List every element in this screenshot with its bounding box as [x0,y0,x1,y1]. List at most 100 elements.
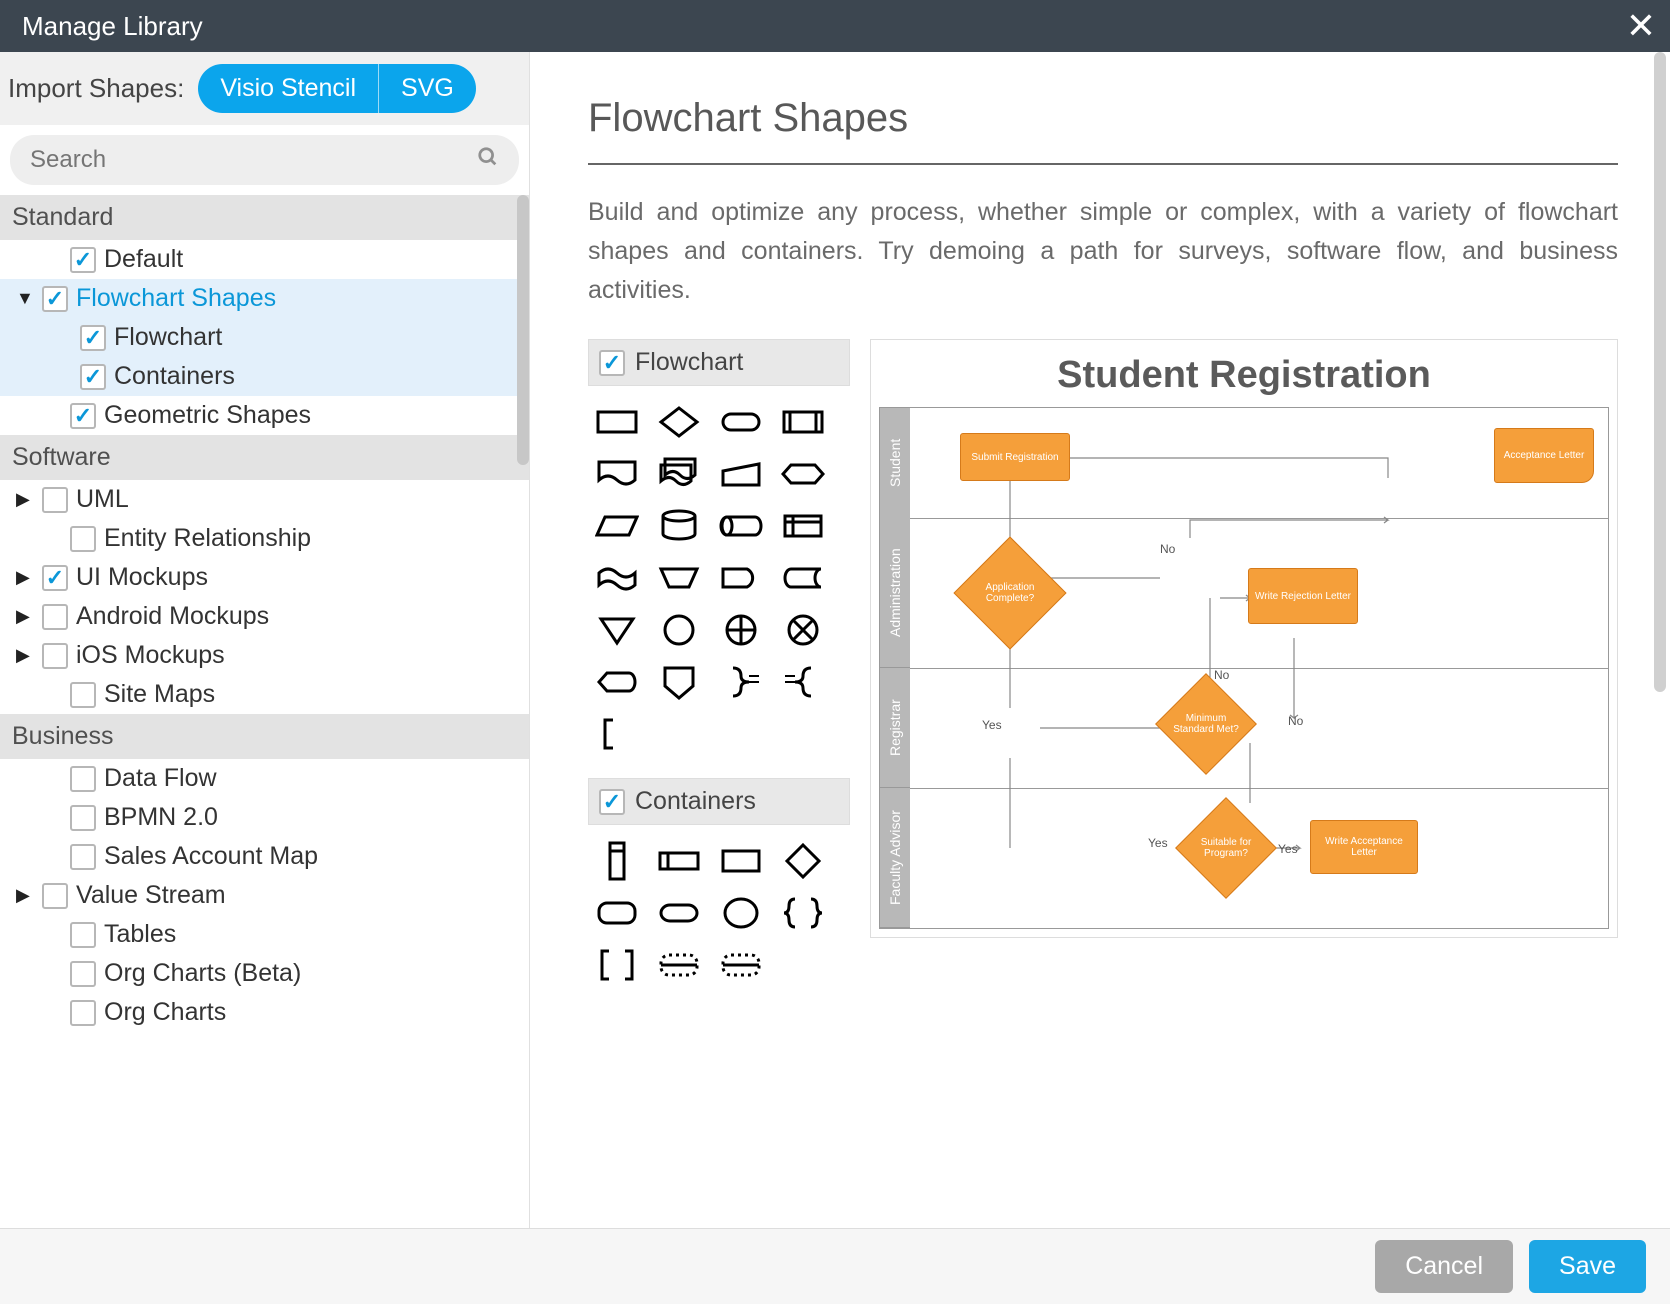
shape-direct-data-icon[interactable] [712,502,770,550]
shape-manual-operation-icon[interactable] [650,554,708,602]
tree-item-ui-mockups[interactable]: ▶ UI Mockups [0,558,529,597]
checkbox[interactable] [42,565,68,591]
shape-dashed-top-icon[interactable] [650,941,708,989]
shape-brace-pair-icon[interactable] [774,889,832,937]
shape-internal-storage-icon[interactable] [774,502,832,550]
shape-dashed-bottom-icon[interactable] [712,941,770,989]
shape-brace-right-icon[interactable] [712,658,770,706]
shape-container-rect-icon[interactable] [712,837,770,885]
shape-container-circle-icon[interactable] [712,889,770,937]
expand-arrow-icon[interactable]: ▶ [16,489,34,510]
search-box[interactable] [10,135,519,185]
node-submit: Submit Registration [960,433,1070,481]
shape-summing-icon[interactable] [774,606,832,654]
tree-item-org-charts[interactable]: ▶ Org Charts [0,993,529,1032]
shape-delay-icon[interactable] [712,554,770,602]
checkbox[interactable] [70,247,96,273]
group-header-containers[interactable]: Containers [588,778,850,825]
expand-arrow-icon[interactable]: ▶ [16,606,34,627]
visio-stencil-button[interactable]: Visio Stencil [198,64,379,113]
checkbox[interactable] [42,487,68,513]
expand-arrow-icon[interactable]: ▶ [16,645,34,666]
shape-preparation-icon[interactable] [774,450,832,498]
checkbox[interactable] [70,961,96,987]
checkbox[interactable] [70,766,96,792]
shape-or-icon[interactable] [712,606,770,654]
shape-container-rounded-icon[interactable] [588,889,646,937]
tree-item-site-maps[interactable]: ▶ Site Maps [0,675,529,714]
edge-yes: Yes [1148,836,1168,850]
close-icon[interactable]: ✕ [1626,8,1656,44]
checkbox[interactable] [70,922,96,948]
tree-item-containers[interactable]: Containers [0,357,529,396]
tree-item-ios-mockups[interactable]: ▶ iOS Mockups [0,636,529,675]
shape-display-icon[interactable] [588,658,646,706]
tree-item-flowchart-shapes[interactable]: ▼ Flowchart Shapes [0,279,529,318]
shape-database-icon[interactable] [650,502,708,550]
checkbox[interactable] [70,844,96,870]
shape-paper-tape-icon[interactable] [588,554,646,602]
tree-item-data-flow[interactable]: ▶ Data Flow [0,759,529,798]
tree-item-sales-account-map[interactable]: ▶ Sales Account Map [0,837,529,876]
checkbox[interactable] [42,286,68,312]
shape-data-icon[interactable] [588,502,646,550]
shape-manual-input-icon[interactable] [712,450,770,498]
shape-tree[interactable]: Standard ▶ Default ▼ Flowchart Shapes Fl… [0,195,529,1228]
shape-document-icon[interactable] [588,450,646,498]
category-standard: Standard [0,195,529,240]
tree-item-default[interactable]: ▶ Default [0,240,529,279]
shape-multidoc-icon[interactable] [650,450,708,498]
shape-predefined-icon[interactable] [774,398,832,446]
checkbox[interactable] [599,350,625,376]
scrollbar-thumb[interactable] [1654,52,1666,692]
checkbox[interactable] [70,682,96,708]
checkbox[interactable] [42,643,68,669]
shape-brace-left-icon[interactable] [774,658,832,706]
group-header-flowchart[interactable]: Flowchart [588,339,850,386]
tree-item-flowchart[interactable]: Flowchart [0,318,529,357]
shape-swimlane-h-icon[interactable] [650,837,708,885]
tree-item-android-mockups[interactable]: ▶ Android Mockups [0,597,529,636]
svg-button[interactable]: SVG [379,64,476,113]
scrollbar-thumb[interactable] [517,195,529,465]
checkbox[interactable] [80,325,106,351]
tree-item-entity-relationship[interactable]: ▶ Entity Relationship [0,519,529,558]
checkbox[interactable] [599,789,625,815]
tree-item-uml[interactable]: ▶ UML [0,480,529,519]
checkbox[interactable] [42,883,68,909]
checkbox[interactable] [42,604,68,630]
tree-item-geometric[interactable]: ▶ Geometric Shapes [0,396,529,435]
search-input[interactable] [30,146,477,174]
node-write-accept: Write Acceptance Letter [1310,820,1418,874]
cancel-button[interactable]: Cancel [1375,1240,1513,1293]
shape-offpage-icon[interactable] [650,658,708,706]
checkbox[interactable] [70,526,96,552]
tree-item-bpmn[interactable]: ▶ BPMN 2.0 [0,798,529,837]
shape-stored-data-icon[interactable] [774,554,832,602]
lane-registrar: Registrar [880,668,910,788]
lane-faculty-advisor: Faculty Advisor [880,788,910,928]
expand-arrow-icon[interactable]: ▶ [16,567,34,588]
save-button[interactable]: Save [1529,1240,1646,1293]
detail-description: Build and optimize any process, whether … [588,193,1618,309]
shape-merge-icon[interactable] [588,606,646,654]
checkbox[interactable] [80,364,106,390]
checkbox[interactable] [70,805,96,831]
expand-arrow-icon[interactable]: ▼ [16,288,34,309]
shape-bracket-pair-icon[interactable] [588,941,646,989]
shape-process-icon[interactable] [588,398,646,446]
checkbox[interactable] [70,1000,96,1026]
shape-bracket-icon[interactable] [588,710,646,758]
checkbox[interactable] [70,403,96,429]
shape-swimlane-v-icon[interactable] [588,837,646,885]
tree-item-org-charts-beta[interactable]: ▶ Org Charts (Beta) [0,954,529,993]
shape-container-diamond-icon[interactable] [774,837,832,885]
tree-item-value-stream[interactable]: ▶ Value Stream [0,876,529,915]
import-shapes-row: Import Shapes: Visio Stencil SVG [0,52,529,125]
tree-item-tables[interactable]: ▶ Tables [0,915,529,954]
shape-connector-icon[interactable] [650,606,708,654]
shape-container-pill-icon[interactable] [650,889,708,937]
expand-arrow-icon[interactable]: ▶ [16,885,34,906]
shape-terminator-icon[interactable] [712,398,770,446]
shape-decision-icon[interactable] [650,398,708,446]
